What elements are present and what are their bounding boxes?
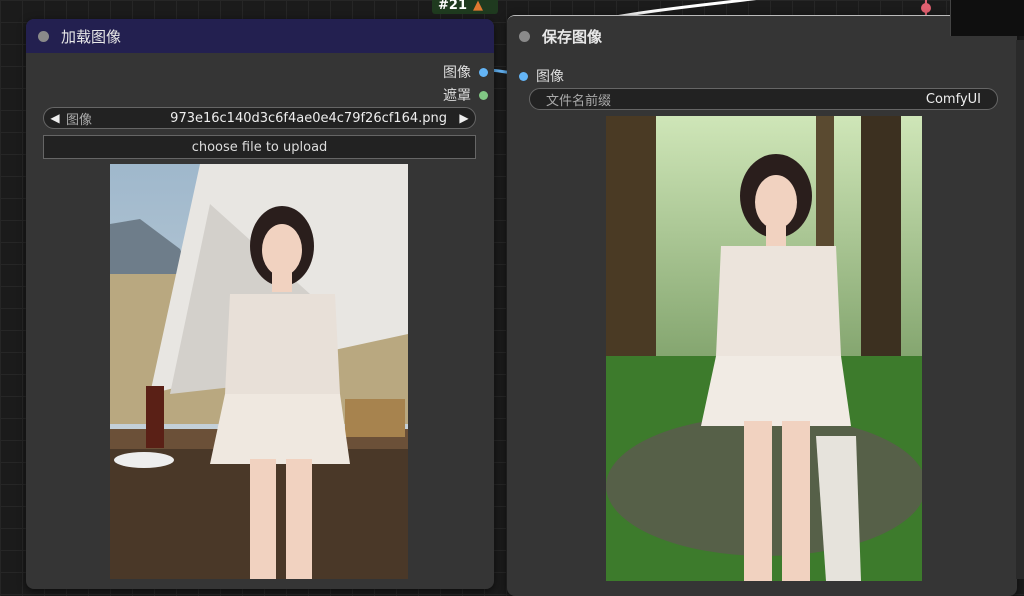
bottle <box>146 386 164 448</box>
filename-prefix-label: 文件名前缀 <box>546 93 612 109</box>
save-image-node[interactable]: 保存图像 图像 文件名前缀 ComfyUI <box>507 15 1017 596</box>
filename-prefix-widget[interactable]: 文件名前缀 ComfyUI <box>529 88 998 110</box>
top-right-dark-box <box>950 0 1024 36</box>
fox-icon: ▲ <box>472 0 483 13</box>
save-image-node-header[interactable]: 保存图像 <box>507 16 1017 56</box>
output-mask-label: 遮罩 <box>443 88 471 104</box>
link-red-handle <box>921 3 931 13</box>
node-id-text: #21 <box>438 0 467 13</box>
load-image-node-title: 加载图像 <box>61 27 122 46</box>
image-combo-value: 973e16c140d3c6f4ae0e4c79f26cf164.png <box>170 110 447 126</box>
background-panel-edge <box>1016 40 1024 579</box>
input-image-label: 图像 <box>536 69 564 85</box>
image-combo-label: 图像 <box>66 112 93 128</box>
save-image-preview <box>606 116 922 581</box>
image-combo-widget[interactable]: ◀ 图像 973e16c140d3c6f4ae0e4c79f26cf164.pn… <box>43 107 476 129</box>
load-image-node[interactable]: 加载图像 图像 遮罩 ◀ 图像 973e16c140d3c6f4ae0e4c79… <box>26 19 494 589</box>
prev-arrow-icon[interactable]: ◀ <box>44 111 66 125</box>
collapse-dot-icon[interactable] <box>38 30 49 42</box>
load-image-preview <box>110 164 408 579</box>
collapse-dot-icon[interactable] <box>519 30 530 42</box>
input-image[interactable]: 图像 <box>519 66 564 86</box>
upload-button[interactable]: choose file to upload <box>43 135 476 159</box>
output-image[interactable]: 图像 <box>443 62 488 82</box>
filename-prefix-value: ComfyUI <box>925 91 981 107</box>
next-arrow-icon[interactable]: ▶ <box>453 111 475 125</box>
load-image-node-header[interactable]: 加载图像 <box>26 19 494 53</box>
save-image-node-title: 保存图像 <box>542 27 603 46</box>
output-mask[interactable]: 遮罩 <box>443 85 488 105</box>
input-image-socket-icon[interactable] <box>519 71 528 81</box>
output-mask-socket-icon[interactable] <box>479 90 488 100</box>
output-image-label: 图像 <box>443 65 471 81</box>
plate <box>114 452 174 468</box>
node-id-badge: #21 ▲ <box>432 0 498 14</box>
output-image-socket-icon[interactable] <box>479 67 488 77</box>
basket <box>345 399 405 437</box>
